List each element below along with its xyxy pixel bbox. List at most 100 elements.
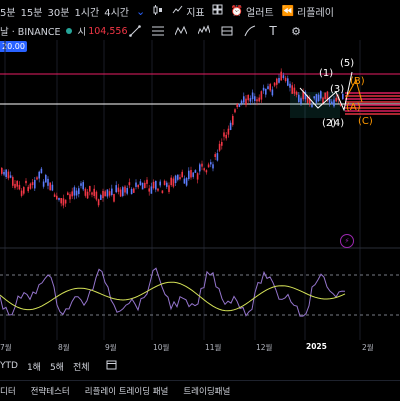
candle-body (256, 99, 258, 102)
candle-body (203, 168, 205, 171)
period-ytd[interactable]: YTD (0, 361, 18, 371)
candle-body (225, 134, 227, 139)
tab-editor[interactable]: 디터 (0, 385, 16, 397)
x-axis: 7월 8월 9월 10월 11월 12월 2025 2월 (0, 342, 400, 354)
candle-body (34, 179, 36, 189)
candle-body (111, 188, 113, 195)
candle-style-icon[interactable] (152, 4, 164, 19)
lightning-icon[interactable]: ⚡ (340, 234, 354, 248)
candle-body (243, 96, 245, 103)
x-tick-aug: 8월 (58, 343, 70, 352)
candle-body (133, 188, 135, 193)
candle-body (62, 198, 65, 206)
timeframe-30m[interactable]: 30분 (48, 4, 70, 19)
elliott-wave-icon[interactable] (197, 24, 211, 38)
candle-body (18, 184, 21, 190)
candle-body (113, 194, 115, 202)
candle-body (51, 184, 54, 191)
candle-body (119, 189, 122, 197)
candle-body (251, 92, 254, 100)
candle-body (269, 84, 271, 91)
text-tool-icon[interactable]: T (266, 24, 280, 38)
period-1y[interactable]: 1해 (27, 360, 41, 373)
candle-body (177, 174, 179, 180)
candle-body (265, 88, 267, 95)
candle-body (58, 197, 60, 200)
wave-label-5: (5) (340, 58, 354, 69)
candle-body (126, 187, 128, 194)
candle-body (102, 190, 104, 199)
candle-body (23, 187, 25, 194)
candle-body (166, 182, 168, 187)
candle-body (232, 115, 234, 125)
candle-body (150, 186, 153, 194)
candle-body (212, 164, 214, 169)
candle-body (170, 177, 172, 186)
candle-body (249, 98, 252, 102)
candle-body (260, 91, 263, 100)
candle-body (124, 186, 126, 193)
period-5y[interactable]: 5해 (50, 360, 64, 373)
candle-body (190, 169, 192, 178)
candle-body (221, 142, 223, 146)
candle-body (282, 75, 285, 78)
candle-body (91, 192, 93, 195)
timeframe-4h[interactable]: 4시간 (104, 4, 129, 19)
candle-body (53, 194, 56, 197)
candle-body (216, 153, 219, 161)
candle-body (157, 188, 159, 191)
candle-body (89, 185, 91, 192)
candle-body (289, 83, 291, 88)
fib-retracement-icon[interactable] (151, 24, 165, 38)
candle-body (207, 164, 210, 168)
candle-body (36, 177, 38, 180)
period-all[interactable]: 전체 (73, 360, 90, 373)
symbol-name[interactable]: 날 · BINANCE (0, 24, 60, 38)
candle-body (40, 168, 43, 174)
candle-body (311, 104, 313, 108)
trendline-icon[interactable] (128, 24, 142, 38)
candle-body (93, 188, 95, 196)
candle-body (130, 188, 133, 195)
rewind-icon: ⏪ (281, 5, 295, 17)
replay-button[interactable]: ⏪ 리플레이 (282, 4, 334, 19)
candle-body (335, 97, 337, 102)
candle-body (47, 178, 49, 186)
candle-body (38, 171, 40, 179)
tab-strategy-tester[interactable]: 전략테스터 (31, 385, 70, 397)
brush-icon[interactable] (243, 24, 257, 38)
timeframe-15m[interactable]: 15분 (21, 4, 43, 19)
candle-body (287, 78, 289, 86)
market-status-dot (66, 28, 73, 34)
projection-icon[interactable] (220, 24, 234, 38)
timeframe-5m[interactable]: 5분 (0, 4, 16, 19)
candle-body (117, 187, 120, 192)
candle-body (205, 170, 208, 173)
candle-body (245, 98, 247, 106)
timeframe-dropdown-icon[interactable]: ⌄ (136, 5, 145, 18)
layout-grid-icon[interactable] (212, 4, 223, 18)
candle-body (295, 91, 298, 95)
candle-body (86, 191, 89, 199)
candle-body (80, 183, 82, 186)
date-range-icon[interactable] (106, 359, 117, 373)
tab-trading-panel[interactable]: 트레이딩패널 (183, 385, 230, 397)
candle-body (172, 178, 175, 187)
wave-label-b: (B) (350, 76, 365, 87)
candle-body (9, 175, 12, 178)
tab-replay-trading-panel[interactable]: 리플레이 트레이딩 패널 (85, 385, 169, 397)
bottom-tabs: 디터 전략테스터 리플레이 트레이딩 패널 트레이딩패널 (0, 380, 400, 401)
alert-button[interactable]: ⏰ 얼러트 (231, 4, 274, 19)
candle-body (31, 182, 34, 186)
pattern-icon[interactable] (174, 24, 188, 38)
candle-body (194, 170, 197, 173)
candle-body (293, 87, 296, 94)
candle-body (238, 104, 241, 107)
alert-label: 얼러트 (246, 7, 274, 19)
price-chart[interactable]: (1) (2) (3) (4) (5) (A) (B) (C) (0, 40, 400, 340)
settings-icon[interactable]: ⚙ (289, 24, 303, 38)
timeframe-1h[interactable]: 1시간 (74, 4, 99, 19)
candle-body (137, 184, 139, 188)
indicator-button[interactable]: 지표 (172, 4, 205, 19)
candle-body (168, 185, 170, 192)
